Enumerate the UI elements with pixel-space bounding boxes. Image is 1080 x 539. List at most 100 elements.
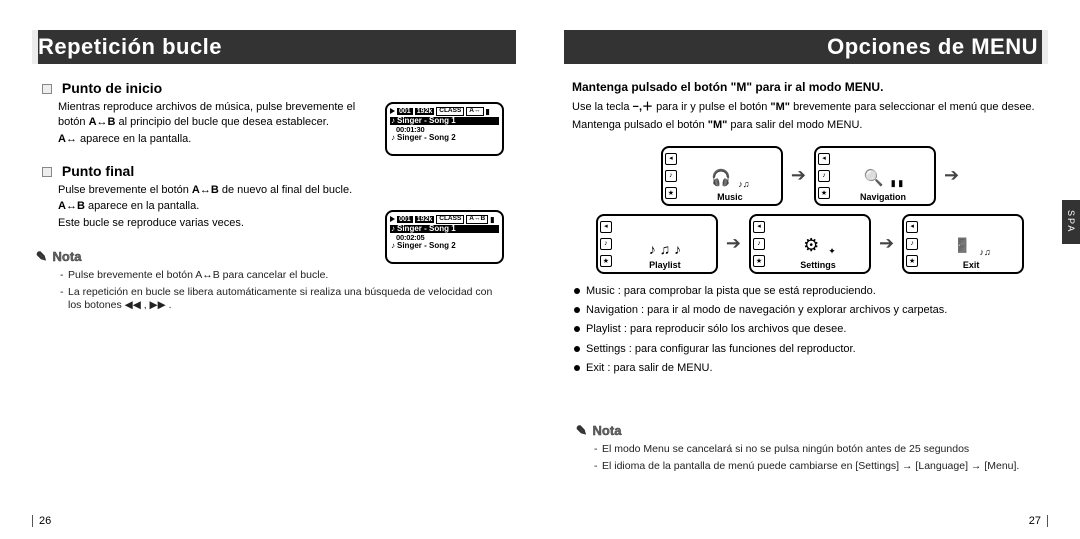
side-icon: ★: [753, 255, 765, 267]
arrow-icon: ➔: [944, 165, 959, 186]
section1-title: Punto de inicio: [62, 80, 162, 96]
side-icon: ◂: [753, 221, 765, 233]
pencil-icon: ✎: [36, 249, 47, 265]
row2: Singer - Song 2: [397, 134, 456, 142]
side-icon: ♪: [600, 238, 612, 250]
side-icon: ★: [818, 187, 830, 199]
side-icon: ♪: [665, 170, 677, 182]
section2-title: Punto final: [62, 163, 134, 179]
section-bullet-icon: [42, 167, 52, 177]
play-icon: [390, 108, 395, 114]
section2-p1: Pulse brevemente el botón A↔B de nuevo a…: [58, 183, 368, 198]
side-icon: ★: [665, 187, 677, 199]
pencil-icon: ✎: [576, 423, 587, 439]
row2: Singer - Song 2: [397, 242, 456, 250]
play-icon: [390, 216, 395, 222]
left-header: Repetición bucle: [32, 30, 516, 64]
bullet-item: Exit : para salir de MENU.: [574, 361, 1048, 375]
menu-screen-music: ◂ ♪ ★ ♪♫ Music: [661, 146, 783, 206]
side-icon: ◂: [818, 153, 830, 165]
side-icon: ◂: [600, 221, 612, 233]
track-no: 001: [397, 108, 413, 115]
note-icon: ♪: [391, 225, 395, 233]
device-screen-1: 001 192k CLASS A↔ ▮ ♪Singer - Song 1 00:…: [385, 102, 504, 156]
bullet-item: Music : para comprobar la pista que se e…: [574, 284, 1048, 298]
side-icon: ◂: [665, 153, 677, 165]
side-icon: ★: [600, 255, 612, 267]
side-icon: ★: [906, 255, 918, 267]
page-number-right: 27: [1029, 515, 1048, 527]
note-list-left: Pulse brevemente el botón A↔B para cance…: [60, 269, 508, 313]
instruction-p1: Use la tecla −,＋ para ir y pulse el botó…: [572, 100, 1048, 116]
tool-icon: ✦: [828, 235, 836, 257]
gear-icon: [800, 235, 822, 257]
ab-indicator: A↔B: [466, 215, 488, 224]
header-title-left: Repetición bucle: [38, 34, 222, 59]
language-tab: SPA: [1062, 200, 1080, 244]
section1-p2: A↔ aparece en la pantalla.: [58, 132, 368, 147]
bitrate: 192k: [415, 216, 435, 223]
mode: CLASS: [436, 107, 464, 116]
menu-screens-grid: ◂ ♪ ★ ♪♫ Music ➔ ◂ ♪ ★ ▮ ▮ Navigation ➔: [580, 146, 1040, 274]
section2-title-row: Punto final: [42, 163, 508, 179]
menu-label: Music: [681, 190, 779, 202]
note-item: Pulse brevemente el botón A↔B para cance…: [60, 269, 508, 283]
menu-screen-playlist: ◂ ♪ ★ ♪ ♫ ♪ Playlist: [596, 214, 718, 274]
section-bullet-icon: [42, 84, 52, 94]
note-icon: ♪: [391, 134, 395, 142]
side-icon: ♪: [818, 170, 830, 182]
menu-label: Playlist: [616, 258, 714, 270]
arrow-icon: ➔: [726, 233, 741, 254]
menu-screen-exit: ◂ ♪ ★ ♪♫ Exit: [902, 214, 1024, 274]
menu-screen-navigation: ◂ ♪ ★ ▮ ▮ Navigation: [814, 146, 936, 206]
bitrate: 192k: [415, 108, 435, 115]
row1: Singer - Song 1: [397, 225, 456, 233]
menu-label: Exit: [922, 258, 1020, 270]
note-item: El modo Menu se cancelará si no se pulsa…: [594, 443, 1048, 457]
note-heading-right: ✎ Nota: [576, 423, 1048, 439]
note-list-right: El modo Menu se cancelará si no se pulsa…: [594, 443, 1048, 473]
music-notes-icon: ♪♫: [738, 167, 749, 189]
section2-p2: A↔B aparece en la pantalla.: [58, 199, 368, 214]
time: 00:02:05: [396, 234, 424, 242]
right-header: Opciones de MENU: [564, 30, 1048, 64]
battery-icon: ▮: [486, 108, 490, 116]
note-item: La repetición en bucle se libera automát…: [60, 286, 508, 313]
bullet-item: Playlist : para reproducir sólo los arch…: [574, 322, 1048, 336]
page-left: Repetición bucle Punto de inicio Mientra…: [0, 0, 540, 539]
track-no: 001: [397, 216, 413, 223]
section1-p1: Mientras reproduce archivos de música, p…: [58, 100, 368, 130]
note-item: El idioma de la pantalla de menú puede c…: [594, 460, 1048, 474]
arrow-icon: ➔: [879, 233, 894, 254]
instruction-p2: Mantenga pulsado el botón "M" para salir…: [572, 118, 1048, 134]
time: 00:01:30: [396, 126, 424, 134]
menu-bullets: Music : para comprobar la pista que se e…: [574, 284, 1048, 375]
instruction-bold: Mantenga pulsado el botón "M" para ir al…: [572, 80, 1048, 94]
arrow-icon: ➔: [791, 165, 806, 186]
battery-icon: ▮: [490, 216, 494, 224]
header-title-right: Opciones de MENU: [827, 34, 1038, 59]
magnify-icon: [863, 167, 885, 189]
bullet-item: Navigation : para ir al modo de navegaci…: [574, 303, 1048, 317]
mode: CLASS: [436, 215, 464, 224]
folder-icon: ▮ ▮: [891, 167, 903, 189]
side-icon: ◂: [906, 221, 918, 233]
headphones-icon: [710, 167, 732, 189]
note-icon: ♪: [391, 242, 395, 250]
side-icon: ♪: [753, 238, 765, 250]
note-icon: ♪: [391, 117, 395, 125]
menu-label: Navigation: [834, 190, 932, 202]
page-right: Opciones de MENU Mantenga pulsado el bot…: [540, 0, 1080, 539]
row1: Singer - Song 1: [397, 117, 456, 125]
music-notes-icon: ♪ ♫ ♪: [649, 241, 681, 257]
side-icon: ♪: [906, 238, 918, 250]
menu-screen-settings: ◂ ♪ ★ ✦ Settings: [749, 214, 871, 274]
ab-indicator: A↔: [466, 107, 483, 116]
page-number-left: 26: [32, 515, 51, 527]
bullet-item: Settings : para configurar las funciones…: [574, 342, 1048, 356]
music-notes-icon: ♪♫: [979, 235, 990, 257]
device-screen-2: 001 192k CLASS A↔B ▮ ♪Singer - Song 1 00…: [385, 210, 504, 264]
menu-label: Settings: [769, 258, 867, 270]
section2-p3: Este bucle se reproduce varias veces.: [58, 216, 368, 231]
section1-title-row: Punto de inicio: [42, 80, 508, 96]
